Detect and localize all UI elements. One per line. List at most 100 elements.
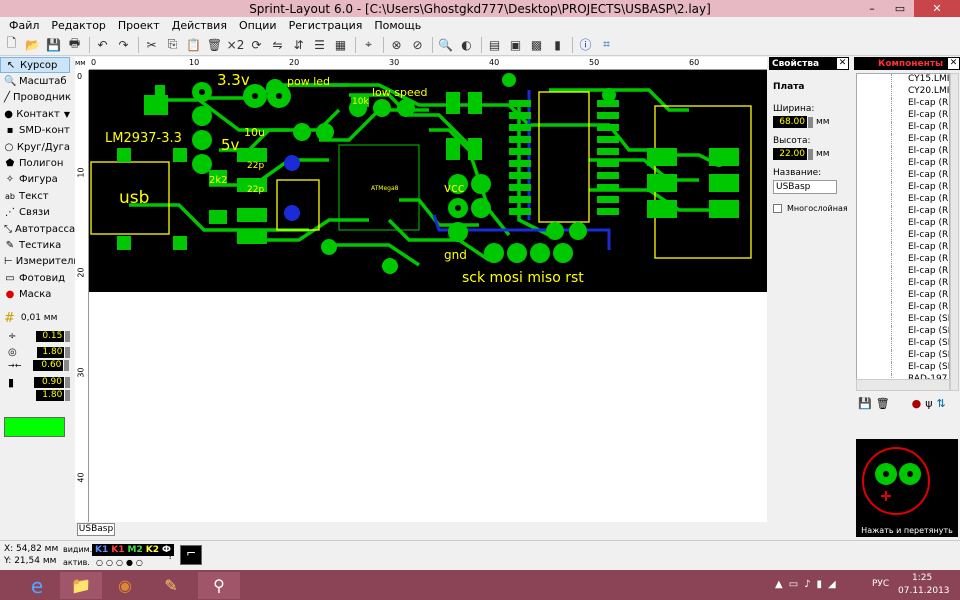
close-icon[interactable]: ✕ [948, 58, 959, 69]
component-item[interactable]: El-cap (RM [891, 134, 949, 146]
component-item[interactable]: El-cap (SM [891, 314, 949, 326]
component-item[interactable]: CY20.LMI [891, 86, 949, 98]
component-item[interactable]: El-cap (SM [891, 362, 949, 374]
tool-zoom[interactable]: 🔍 Масштаб [0, 73, 70, 89]
group-icon[interactable]: ▦ [331, 35, 350, 54]
explorer-icon[interactable]: 📁 [60, 572, 102, 599]
chrome-icon[interactable]: ◉ [104, 572, 146, 599]
paste-icon[interactable]: 📋 [184, 35, 203, 54]
tool-track[interactable]: ╱ Проводник [0, 90, 71, 106]
tool-photoview[interactable]: ▭ Фотовид [0, 270, 70, 286]
mirror-v-icon[interactable]: ⇵ [289, 35, 308, 54]
tool-test[interactable]: ✎ Тестика [0, 237, 70, 253]
pad-outer-control[interactable]: ◎ 1.80 [0, 347, 70, 359]
pad-inner-value[interactable]: 0.60 [33, 360, 64, 372]
height-field[interactable]: 22.00 [773, 148, 807, 160]
component-item[interactable]: El-cap (RM [891, 278, 949, 290]
align-icon[interactable]: ☰ [310, 35, 329, 54]
open-folder-icon[interactable]: 📂 [23, 35, 42, 54]
component-item[interactable]: El-cap (RM [891, 98, 949, 110]
component-item[interactable]: El-cap (RM [891, 122, 949, 134]
help-icon[interactable]: ? [168, 552, 173, 562]
view-mode-icon[interactable]: ⌐ [180, 545, 202, 565]
smd-height-value[interactable]: 1.80 [36, 390, 65, 402]
smd-height-control[interactable]: 1.80 [0, 390, 70, 402]
component-item[interactable]: El-cap (RM [891, 110, 949, 122]
record-icon[interactable]: ● [912, 397, 922, 410]
tool-shape[interactable]: ✧ Фигура [0, 172, 70, 188]
board-name-field[interactable]: USBasp [773, 180, 837, 194]
mirror-h-icon[interactable]: ⇋ [268, 35, 287, 54]
layer-switcher[interactable]: K1 K1 M2 K2 Ф [92, 544, 174, 556]
pcb-board[interactable]: 3.3v pow led low speed LM2937-3.3 usb 5v… [89, 70, 767, 292]
redo-icon[interactable]: ↷ [114, 35, 133, 54]
component-item[interactable]: El-cap (RM [891, 146, 949, 158]
component-scrollbar-v[interactable] [950, 73, 959, 391]
menu-edit[interactable]: Редактор [45, 19, 112, 32]
minimize-button[interactable]: – [858, 0, 886, 17]
layer-k1-top[interactable]: K1 [95, 545, 108, 555]
tool-connections[interactable]: ⋰ Связи [0, 205, 70, 221]
tray-icons[interactable]: ▲▭♪▮◢ [775, 579, 842, 590]
crop-icon[interactable]: ⌗ [597, 35, 616, 54]
multilayer-checkbox[interactable] [773, 204, 782, 213]
swap-icon[interactable]: ⇅ [937, 397, 946, 410]
component-item[interactable]: El-cap (RM [891, 254, 949, 266]
menu-options[interactable]: Опции [233, 19, 283, 32]
component-item[interactable]: El-cap (SM [891, 326, 949, 338]
track-width-value[interactable]: 0.15 [36, 331, 65, 343]
zoom-icon[interactable]: 🔍 [436, 35, 455, 54]
tool-smd-pad[interactable]: ▪ SMD-конт [0, 123, 70, 139]
rotate-icon[interactable]: ⟳ [247, 35, 266, 54]
tool-measure[interactable]: ⊢ Измеритель [0, 254, 79, 270]
undo-icon[interactable]: ↶ [93, 35, 112, 54]
component-item[interactable]: CY15.LMI [891, 74, 949, 86]
info-icon[interactable]: ⓘ [576, 35, 595, 54]
lock-icon[interactable]: ⊗ [387, 35, 406, 54]
new-file-icon[interactable]: 🗋 [2, 35, 21, 54]
component-item[interactable]: El-cap (RM [891, 194, 949, 206]
save-icon[interactable]: 💾 [44, 35, 63, 54]
pad-outer-value[interactable]: 1.80 [36, 347, 65, 359]
delete-icon[interactable]: 🗑 [205, 35, 224, 54]
pad-inner-control[interactable]: →← 0.60 [0, 360, 70, 372]
contrast-icon[interactable]: ◐ [457, 35, 476, 54]
layer-m2[interactable]: M2 [128, 545, 143, 555]
layer-k2[interactable]: K2 [146, 545, 159, 555]
component-scrollbar-h[interactable] [856, 379, 950, 391]
tool-polygon[interactable]: ⬟ Полигон [0, 155, 70, 171]
component-item[interactable]: El-cap (RM [891, 230, 949, 242]
close-button[interactable]: ✕ [914, 0, 960, 17]
component-item[interactable]: El-cap (SM [891, 338, 949, 350]
fork-icon[interactable]: ψ [925, 397, 932, 410]
unlock-icon[interactable]: ⊘ [408, 35, 427, 54]
smd-width-control[interactable]: ▮ 0.90 [0, 376, 70, 389]
ie-icon[interactable]: e [16, 572, 58, 599]
menu-file[interactable]: Файл [3, 19, 45, 32]
export-icon[interactable]: ▮ [548, 35, 567, 54]
cut-icon[interactable]: ✂ [142, 35, 161, 54]
tool-autoroute[interactable]: ⤡ Автотрасса [0, 221, 75, 237]
layer-color-swatch[interactable] [4, 417, 65, 437]
menu-help[interactable]: Помощь [368, 19, 427, 32]
tool-circle[interactable]: ○ Круг/Дуга [0, 139, 70, 155]
layer-k1[interactable]: K1 [111, 545, 124, 555]
component-item[interactable]: El-cap (RM [891, 206, 949, 218]
app-icon[interactable]: ⚲ [198, 572, 240, 599]
sprint-layout-icon[interactable]: ✎ [150, 572, 192, 599]
delete-icon[interactable]: 🗑 [876, 397, 890, 410]
component-item[interactable]: El-cap (RM [891, 170, 949, 182]
track-width-control[interactable]: ÷ 0.15 [0, 331, 70, 343]
component-item[interactable]: El-cap (RM [891, 242, 949, 254]
smd-width-value[interactable]: 0.90 [34, 377, 65, 389]
copy-icon[interactable]: ⎘ [163, 35, 182, 54]
width-field[interactable]: 68.00 [773, 116, 807, 128]
component-preview[interactable]: Нажать и перетянуть [856, 439, 958, 537]
tab-usbasp[interactable]: USBasp [77, 523, 115, 536]
tool-mask[interactable]: ● Маска [0, 286, 70, 302]
menu-project[interactable]: Проект [112, 19, 166, 32]
print-icon[interactable]: 🖶 [65, 35, 84, 54]
tool-text[interactable]: ab Текст [0, 188, 70, 204]
restore-button[interactable]: ▭ [886, 0, 914, 17]
tool-pad[interactable]: ● Контакт ▼ [0, 106, 70, 122]
